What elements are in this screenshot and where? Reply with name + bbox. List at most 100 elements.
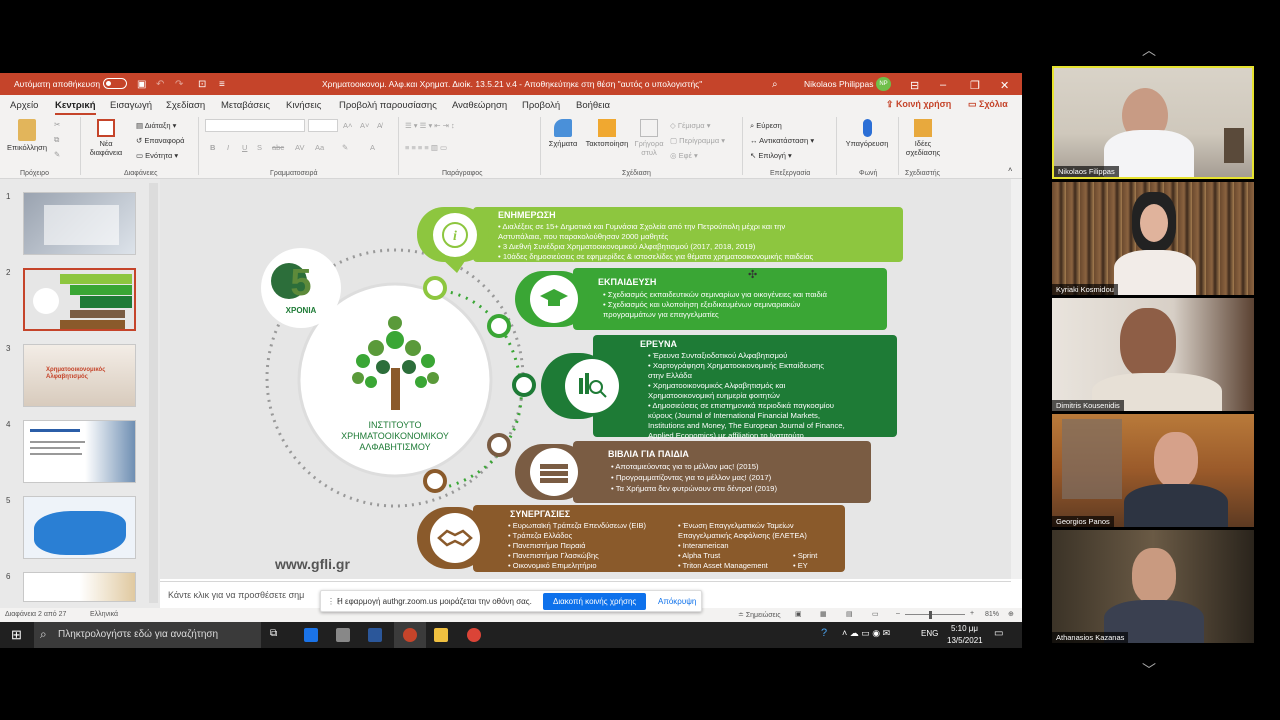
shape-effects-button[interactable]: ◎ Εφέ ▾ [670,151,698,160]
font-size-box[interactable] [308,119,338,132]
video-tile[interactable]: Athanasios Kazanas [1052,530,1254,643]
italic-icon[interactable]: I [227,143,229,152]
zoom-slider[interactable] [905,614,965,615]
font-name-box[interactable] [205,119,305,132]
paste-button[interactable]: Επικόλληση [6,119,48,152]
comments-button[interactable]: ▭ Σχόλια [968,99,1008,110]
restore-icon[interactable]: ❐ [970,79,980,92]
hide-banner-button[interactable]: Απόκρυψη [658,597,696,606]
video-tile[interactable]: Kyriaki Kosmidou [1052,182,1254,295]
notes-toggle[interactable]: ≐ Σημειώσεις [738,611,781,619]
arrange-button[interactable]: Τακτοποίηση [582,119,632,148]
video-tile[interactable]: Dimitris Kousenidis [1052,298,1254,411]
align-icons[interactable]: ≡ ≡ ≡ ≡ ▥ ▭ [405,143,447,152]
bold-icon[interactable]: B [210,143,215,152]
layout-button[interactable]: ▤ Διάταξη ▾ [136,121,176,130]
shadow-icon[interactable]: S [257,143,262,152]
help-icon[interactable]: ? [821,627,827,639]
zoom-out-icon[interactable]: – [896,610,900,617]
change-case-icon[interactable]: Aa [315,143,324,152]
save-icon[interactable]: ▣ [137,79,146,91]
tab-home[interactable]: Κεντρική [55,100,96,115]
slideshow-view-icon[interactable]: ▭ [872,610,879,618]
taskbar-search[interactable]: ⌕ Πληκτρολογήστε εδώ για αναζήτηση [34,622,261,648]
replace-button[interactable]: ↔ Αντικατάσταση ▾ [750,136,814,145]
mail-icon[interactable] [304,628,318,642]
thumbnail-slide-6[interactable] [23,572,136,602]
spacing-icon[interactable]: AV [295,143,304,152]
avatar[interactable]: NP [876,77,891,91]
thumbnail-scrollbar[interactable] [149,183,158,603]
reset-button[interactable]: ↺ Επαναφορά [136,136,185,145]
ribbon-display-icon[interactable]: ⊟ [910,79,919,92]
word-icon[interactable] [368,628,382,642]
thumbnail-slide-5[interactable] [23,496,136,559]
shrink-font-icon[interactable]: A˅ [360,121,369,130]
customize-qat-icon[interactable]: ≡ [219,79,225,91]
tab-animations[interactable]: Κινήσεις [286,100,321,111]
tab-slideshow[interactable]: Προβολή παρουσίασης [339,100,437,111]
chrome-icon[interactable] [467,628,481,642]
strikethrough-icon[interactable]: abc [272,143,284,152]
tab-insert[interactable]: Εισαγωγή [110,100,152,111]
select-button[interactable]: ↖ Επιλογή ▾ [750,151,792,160]
notification-icon[interactable]: ▭ [994,628,1003,639]
highlight-icon[interactable]: ✎ [342,143,348,152]
undo-icon[interactable]: ↶ [156,79,164,91]
quick-styles-button[interactable]: Γρήγορα στυλ [632,119,666,157]
video-tile[interactable]: Georgios Panos [1052,414,1254,527]
share-button[interactable]: ⇪ Κοινή χρήση [886,99,951,110]
thumbnail-slide-3[interactable]: Χρηματοοικονομικός Αλφαβητισμός [23,344,136,407]
zoom-slider-thumb[interactable] [929,611,932,619]
normal-view-icon[interactable]: ▣ [795,610,802,618]
tab-file[interactable]: Αρχείο [10,100,38,111]
sorter-view-icon[interactable]: ▦ [820,610,827,618]
camera-icon[interactable] [336,628,350,642]
thumbnail-slide-1[interactable] [23,192,136,255]
design-ideas-button[interactable]: Ιδέες σχεδίασης [902,119,944,157]
stop-sharing-button[interactable]: Διακοπή κοινής χρήσης [543,593,647,610]
new-slide-button[interactable]: Νέα διαφάνεια [86,119,126,157]
grow-font-icon[interactable]: A˄ [343,121,352,130]
redo-icon[interactable]: ↷ [175,79,183,91]
thumbnail-slide-4[interactable] [23,420,136,483]
chevron-down-icon[interactable]: ﹀ [1142,660,1156,680]
tab-view[interactable]: Προβολή [522,100,560,111]
find-button[interactable]: ⌕ Εύρεση [750,121,782,131]
slide-scrollbar[interactable] [1011,179,1022,579]
search-icon[interactable]: ⌕ [772,79,778,91]
section-button[interactable]: ▭ Ενότητα ▾ [136,151,178,160]
reading-view-icon[interactable]: ▤ [846,610,853,618]
dictate-button[interactable]: Υπαγόρευση [842,119,892,148]
powerpoint-taskbar-button[interactable] [394,622,426,648]
clear-format-icon[interactable]: A̸ [377,121,382,130]
present-icon[interactable]: ⊡ [198,79,206,91]
tab-design[interactable]: Σχεδίαση [166,100,205,111]
close-icon[interactable]: ✕ [1000,79,1009,92]
zoom-in-icon[interactable]: + [970,610,974,617]
copy-icon[interactable]: ⧉ [54,135,59,145]
shape-outline-button[interactable]: ▢ Περίγραμμα ▾ [670,136,725,145]
shape-fill-button[interactable]: ◇ Γέμισμα ▾ [670,121,710,130]
bullets-icon[interactable]: ☰ ▾ ☰ ▾ ⇤ ⇥ ↕ [405,121,455,130]
shapes-button[interactable]: Σχήματα [546,119,580,148]
video-tile[interactable]: Nikolaos Filippas [1052,66,1254,179]
windows-start-icon[interactable]: ⊞ [11,627,22,643]
collapse-ribbon-icon[interactable]: ˄ [1008,165,1012,174]
input-language[interactable]: ENG [921,629,938,638]
format-painter-icon[interactable]: ✎ [54,150,60,159]
cut-icon[interactable]: ✂ [54,120,60,129]
font-color-icon[interactable]: A [370,143,375,152]
tray-icons[interactable]: ˄ ☁ ▭ ◉ ✉ [842,628,890,639]
tab-review[interactable]: Αναθεώρηση [452,100,507,111]
chevron-up-icon[interactable]: ︿ [1142,40,1156,60]
thumbnail-slide-2[interactable] [23,268,136,331]
fit-slide-icon[interactable]: ⊕ [1008,610,1014,618]
underline-icon[interactable]: U [242,143,247,152]
minimize-icon[interactable]: – [940,79,946,91]
file-explorer-icon[interactable] [434,628,448,642]
tab-help[interactable]: Βοήθεια [576,100,610,111]
autosave-toggle[interactable] [103,78,127,89]
tab-transitions[interactable]: Μεταβάσεις [221,100,270,111]
task-view-icon[interactable]: ⧉ [270,628,277,639]
